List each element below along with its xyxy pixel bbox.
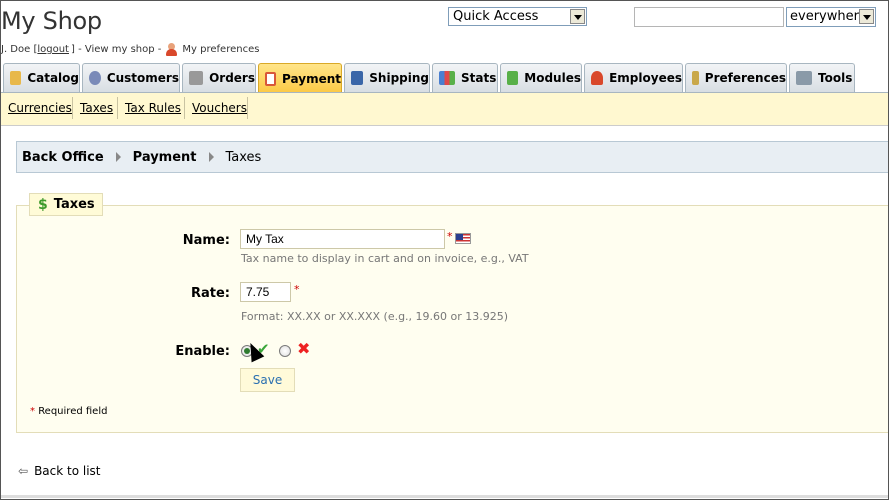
breadcrumb: Back Office Payment Taxes [16, 141, 888, 173]
tab-label: Payment [282, 71, 341, 86]
submenu-currencies[interactable]: Currencies [8, 101, 72, 115]
tab-label: Employees [609, 71, 682, 85]
chevron-down-icon[interactable] [570, 9, 585, 24]
required-star: * [447, 230, 453, 243]
breadcrumb-taxes: Taxes [225, 149, 262, 165]
tab-label: Modules [524, 71, 581, 85]
user-icon [165, 43, 178, 56]
shop-title: My Shop [1, 7, 102, 35]
back-to-list-label[interactable]: Back to list [34, 464, 100, 478]
tab-shipping[interactable]: Shipping [344, 63, 430, 92]
submenu-tax-rules[interactable]: Tax Rules [125, 101, 181, 115]
user-prefix: J. Doe [ [1, 44, 38, 55]
logout-link[interactable]: logout [37, 44, 69, 55]
user-line: J. Doe [ logout ] - View my shop - My pr… [1, 43, 259, 56]
puzzle-icon [507, 71, 519, 85]
submenu-divider [184, 97, 185, 119]
tab-employees[interactable]: Employees [584, 63, 683, 92]
tab-label: Preferences [704, 71, 786, 85]
rate-hint: Format: XX.XX or XX.XXX (e.g., 19.60 or … [241, 310, 509, 323]
form-legend-title: Taxes [53, 197, 95, 212]
rate-label: Rate: [190, 286, 230, 301]
sub-menu: Currencies Taxes Tax Rules Vouchers [1, 93, 888, 126]
rate-input[interactable] [240, 282, 291, 302]
tab-customers[interactable]: Customers [82, 63, 180, 92]
my-preferences-link[interactable]: My preferences [182, 44, 259, 55]
search-input[interactable] [634, 7, 784, 27]
truck-icon [351, 71, 364, 85]
tab-label: Tools [818, 71, 853, 85]
required-star: * [294, 283, 300, 296]
search-scope-select[interactable]: everywhere [786, 7, 876, 27]
tab-label: Orders [209, 71, 255, 85]
chevron-right-icon [115, 152, 121, 162]
required-star: * [30, 406, 35, 417]
name-input[interactable] [240, 229, 445, 249]
form-legend: $ Taxes [29, 193, 103, 216]
dollar-icon: $ [38, 196, 48, 213]
quick-access-value: Quick Access [453, 9, 539, 24]
main-tabs: Catalog Customers Orders Payment Shippin… [1, 63, 888, 93]
tab-orders[interactable]: Orders [182, 63, 256, 92]
name-hint: Tax name to display in cart and on invoi… [241, 252, 529, 265]
breadcrumb-payment[interactable]: Payment [133, 150, 197, 165]
employee-icon [591, 71, 604, 85]
quick-access-select[interactable]: Quick Access [448, 7, 587, 26]
enable-label: Enable: [175, 344, 230, 359]
tab-stats[interactable]: Stats [432, 63, 498, 92]
tab-payment[interactable]: Payment [258, 63, 342, 93]
tab-label: Shipping [369, 71, 429, 85]
tab-tools[interactable]: Tools [789, 63, 855, 92]
folder-icon [10, 71, 22, 85]
cart-icon [189, 71, 204, 85]
chevron-right-icon [208, 152, 214, 162]
submenu-taxes[interactable]: Taxes [80, 101, 113, 115]
customer-icon [89, 71, 101, 85]
required-field-note: * Required field [30, 406, 107, 417]
tab-label: Customers [106, 71, 179, 85]
tab-modules[interactable]: Modules [500, 63, 582, 92]
submenu-divider [72, 97, 73, 119]
search-scope-value: everywhere [790, 9, 867, 24]
save-button[interactable]: Save [240, 368, 295, 392]
preferences-icon [692, 71, 699, 85]
name-label: Name: [182, 233, 230, 248]
submenu-vouchers[interactable]: Vouchers [192, 101, 247, 115]
back-to-list-link[interactable]: ⇦ Back to list [18, 464, 101, 478]
view-shop-text[interactable]: ] - View my shop - [71, 44, 161, 55]
enable-no-radio[interactable] [279, 345, 291, 357]
required-field-text: Required field [38, 406, 108, 417]
wrench-icon [796, 71, 812, 85]
tab-label: Stats [461, 71, 497, 85]
tab-catalog[interactable]: Catalog [3, 63, 80, 92]
chart-icon [439, 71, 455, 85]
back-arrow-icon: ⇦ [18, 464, 29, 478]
payment-icon [265, 71, 277, 86]
submenu-divider [247, 97, 248, 119]
tab-label: Catalog [27, 71, 79, 85]
app-window: My Shop J. Doe [ logout ] - View my shop… [0, 0, 889, 500]
tab-preferences[interactable]: Preferences [685, 63, 787, 92]
us-flag-icon[interactable] [455, 233, 471, 244]
cross-icon: ✖ [297, 339, 311, 358]
submenu-divider [117, 97, 118, 119]
breadcrumb-back-office[interactable]: Back Office [22, 150, 104, 165]
chevron-down-icon[interactable] [859, 9, 874, 24]
footer-divider [1, 495, 888, 498]
